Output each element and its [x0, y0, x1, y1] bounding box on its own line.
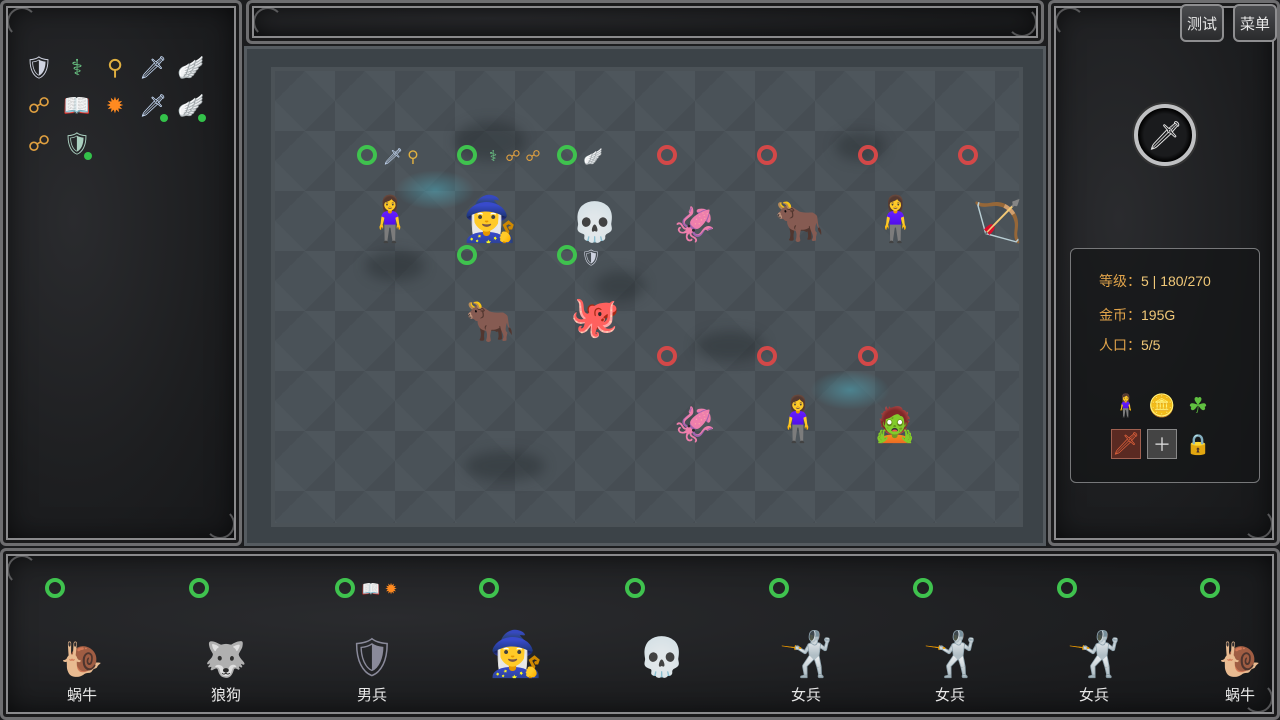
ally-marker	[335, 578, 355, 598]
level-stat: 等级：5 | 180/270	[1099, 273, 1211, 289]
gold-stat: 金币：195G	[1099, 307, 1176, 323]
bench-slot[interactable]: 🐺 狼狗	[176, 570, 276, 715]
enemy-marker	[757, 145, 777, 165]
bull-unit[interactable]: 🐂	[757, 190, 842, 245]
test-button[interactable]: 测试	[1180, 4, 1224, 42]
staff-icon[interactable]: ⚕	[60, 52, 94, 86]
ally-marker	[625, 578, 645, 598]
ally-marker	[457, 145, 477, 165]
wings-icon: 🪽	[583, 146, 603, 166]
bench-slot[interactable]: 🤺 女兵	[1044, 570, 1144, 715]
ally-marker	[913, 578, 933, 598]
female-soldier-unit: 🤺	[1066, 629, 1122, 680]
enemy-marker	[858, 145, 878, 165]
ally-marker	[45, 578, 65, 598]
bench-slot[interactable]: 🐌 蜗牛	[32, 570, 132, 715]
wings-icon[interactable]: 🪽	[174, 90, 208, 124]
attack-upgrade-icon[interactable]: 🗡	[1111, 429, 1141, 459]
spear-woman-unit[interactable]: 🧍‍♀️	[748, 365, 848, 445]
enemy-marker	[958, 145, 978, 165]
shield-icon[interactable]: 🛡	[60, 128, 94, 162]
spear-woman-unit[interactable]: 🧍‍♀️	[848, 165, 943, 245]
clover-icon[interactable]: ☘	[1183, 391, 1213, 421]
amulet-icon[interactable]: ☍	[22, 128, 56, 162]
gold-coins-icon[interactable]: 🪙	[1147, 391, 1177, 421]
octopus-unit[interactable]: 🐙	[565, 265, 625, 340]
archer-unit[interactable]: 🏹	[965, 175, 1030, 245]
flesh-crawler-unit[interactable]: 🦑	[650, 400, 740, 445]
ally-marker	[769, 578, 789, 598]
bench-slot[interactable]: 🤺 女兵	[900, 570, 1000, 715]
witch-unit: 🧙‍♀️	[488, 629, 544, 680]
unit-name: 男兵	[356, 687, 387, 704]
unit-name: 蜗牛	[1224, 687, 1255, 704]
amulet-icon[interactable]: ☍	[22, 90, 56, 124]
bench-slot[interactable]: 💀	[612, 570, 712, 715]
enemy-marker	[657, 145, 677, 165]
bench-slot[interactable]: 🐌 蜗牛	[1190, 570, 1280, 715]
ally-marker	[357, 145, 377, 165]
ring-staff-icon[interactable]: ⚲	[98, 52, 132, 86]
player-stats: 等级：5 | 180/270 金币：195G 人口：5/5 🧍‍♀️ 🪙 ☘ 🗡…	[1070, 248, 1260, 483]
wings-icon[interactable]: 🪽	[174, 52, 208, 86]
skeleton-unit[interactable]: 💀	[560, 185, 630, 245]
board-grid	[271, 67, 1023, 527]
skeleton-unit: 💀	[638, 635, 686, 679]
ally-marker	[479, 578, 499, 598]
lock-icon[interactable]: 🔒	[1183, 429, 1213, 459]
sword-badge-icon[interactable]: 🗡	[1134, 104, 1196, 166]
fire-burst-icon[interactable]: ✹	[98, 90, 132, 124]
enemy-marker	[757, 346, 777, 366]
ally-marker	[189, 578, 209, 598]
ally-marker	[1200, 578, 1220, 598]
flesh-crawler-unit[interactable]: 🦑	[650, 200, 740, 245]
blade-icon[interactable]: 🗡	[136, 90, 170, 124]
ally-marker	[557, 245, 577, 265]
bench-slot[interactable]: 🧙‍♀️	[466, 570, 566, 715]
bench-slot[interactable]: 📖 ✹ 🛡 男兵	[322, 570, 422, 715]
unit-portrait-icon[interactable]: 🧍‍♀️	[1111, 391, 1141, 421]
fire-burst-icon: ✹	[384, 580, 398, 598]
top-bar	[246, 0, 1044, 44]
unit-name: 女兵	[1078, 687, 1109, 704]
unit-name: 蜗牛	[66, 687, 97, 704]
ally-marker	[1057, 578, 1077, 598]
snail-unit: 🐌	[1218, 640, 1262, 680]
male-soldier-unit: 🛡	[347, 635, 397, 679]
spear-woman-unit[interactable]: 🧍‍♀️	[345, 165, 435, 245]
ally-marker	[557, 145, 577, 165]
unit-name: 狼狗	[210, 687, 241, 704]
battle-board[interactable]	[244, 46, 1046, 546]
sword-icon[interactable]: 🗡	[136, 52, 170, 86]
shield-icon[interactable]: 🛡	[22, 52, 56, 86]
enemy-marker	[858, 346, 878, 366]
add-icon[interactable]: ＋	[1147, 429, 1177, 459]
bull-unit[interactable]: 🐂	[450, 290, 530, 345]
ally-marker	[457, 245, 477, 265]
enemy-marker	[657, 346, 677, 366]
unit-name: 女兵	[790, 687, 821, 704]
snail-unit: 🐌	[60, 640, 104, 680]
female-soldier-unit: 🤺	[778, 629, 834, 680]
unit-name: 女兵	[934, 687, 965, 704]
amulet-icon: ☍	[525, 147, 541, 165]
population-stat: 人口：5/5	[1099, 337, 1161, 353]
menu-button[interactable]: 菜单	[1233, 4, 1277, 42]
female-soldier-unit: 🤺	[922, 629, 978, 680]
bench-slot[interactable]: 🤺 女兵	[756, 570, 856, 715]
ghoul-unit[interactable]: 🧟	[870, 395, 920, 445]
spellbook-icon[interactable]: 📖	[60, 90, 94, 124]
witch-unit[interactable]: 🧙‍♀️	[455, 170, 525, 245]
wolf-unit: 🐺	[204, 640, 248, 680]
